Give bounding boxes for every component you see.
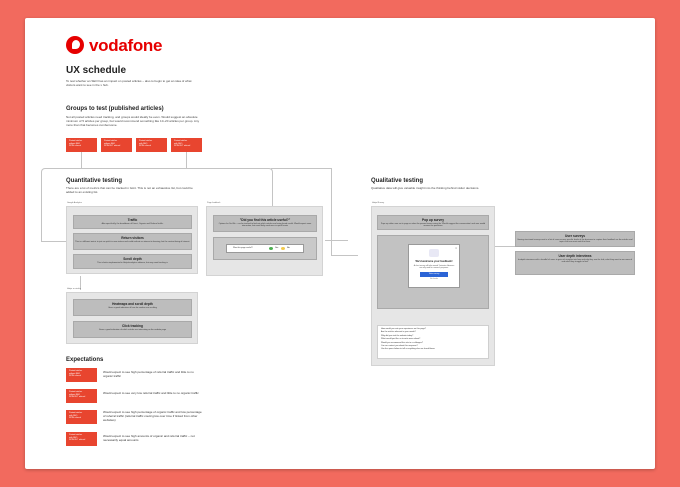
quantitative-heading: Quantitative testing (66, 178, 123, 184)
user-surveys-card: User surveys Having structured surveys se… (515, 231, 635, 247)
take-survey-button[interactable]: Take survey (420, 272, 448, 277)
page-title: UX schedule (66, 65, 127, 76)
hotjar-survey-frame: Hotjar/Survey Pop up survey Pops up eithe… (371, 202, 495, 366)
metric-card: Scroll depth This is better implemented i… (73, 254, 192, 269)
modal-body: A short survey will take around 3 minute… (413, 265, 455, 269)
expectations-heading: Expectations (66, 357, 104, 363)
expectation-card-3: Posted articles with SEO WITH referral (66, 410, 97, 424)
yes-option[interactable]: Yes (275, 247, 278, 249)
thumbs-up-icon[interactable] (269, 247, 273, 250)
hotjar-card: Click tracking Gives a good indication of… (73, 321, 192, 338)
user-interviews-card: User depth interviews In-depth interviews… (515, 251, 635, 275)
groups-heading: Groups to test (published articles) (66, 106, 164, 112)
no-option[interactable]: No (287, 247, 290, 249)
feedback-card: "Did you find this article useful?" Optio… (213, 215, 317, 232)
connector-line (340, 255, 358, 256)
connector-line (81, 152, 82, 168)
popup-preview: × We'd welcome your feedback! A short su… (377, 235, 489, 309)
qualitative-body: Qualitative data will give valuable insi… (371, 186, 480, 190)
thumbs-down-icon[interactable] (281, 247, 285, 250)
survey-modal: × We'd welcome your feedback! A short su… (408, 244, 460, 288)
connector-line (186, 152, 187, 168)
groups-body: Not all posted articles need tracking, a… (66, 115, 200, 127)
dismiss-link[interactable]: No thanks (409, 278, 459, 280)
feedback-widget: Was this page useful? Yes No (226, 244, 304, 253)
google-analytics-frame: Google Analytics Traffic Also specificall… (66, 202, 198, 274)
expectation-text-1: Would expect to see high percentage of r… (103, 370, 194, 379)
connector-line (495, 246, 515, 247)
widget-question: Was this page useful? (233, 247, 253, 249)
connector-line (331, 168, 332, 255)
connector-line (325, 240, 348, 241)
hotjar-frame: Hotjar or similar Heatmaps and scroll de… (66, 288, 198, 344)
survey-questions-list: How would you rate your experience on th… (377, 325, 489, 359)
expectation-card-4: Posted articles with SEO WITHOUT referral (66, 432, 97, 446)
page-intro: To test whether an SEO has an impact on … (66, 79, 192, 87)
expectation-card-1: Posted articles without SEO WITH referral (66, 368, 97, 382)
close-icon[interactable]: × (455, 246, 457, 250)
vodafone-speechmark-icon (66, 36, 84, 54)
frame-label: Page feedback (207, 202, 221, 204)
connector-line (41, 208, 42, 241)
frame-label: Hotjar or similar (67, 288, 82, 290)
feedback-widget-preview: Was this page useful? Yes No (213, 237, 317, 260)
survey-illustration-icon (429, 249, 439, 257)
brand-logo-text: vodafone (89, 36, 163, 55)
metric-card: Traffic Also specifically, the breakdown … (73, 215, 192, 229)
question-item: Use the space below to tell us anything … (381, 348, 435, 351)
expectation-text-2: Would expect to see very low referral tr… (103, 391, 199, 395)
expectation-text-3: Would expect to see high percentage of o… (103, 410, 202, 423)
frame-label: Google Analytics (67, 202, 82, 204)
expectation-card-2: Posted articles without SEO WITHOUT referr… (66, 389, 97, 403)
page-feedback-frame: Page feedback "Did you find this article… (206, 202, 323, 276)
group-card-3: Posted articles with SEO WITH referral (136, 138, 167, 152)
qualitative-heading: Qualitative testing (371, 178, 424, 184)
modal-heading: We'd welcome your feedback! (415, 260, 453, 263)
group-card-2: Posted articles without SEO WITHOUT referr… (101, 138, 132, 152)
metric-card: Return visitors This is a different metri… (73, 233, 192, 250)
popup-survey-card: Pop up survey Pops up either user on its … (377, 215, 489, 230)
connector-line (271, 168, 331, 169)
frame-label: Hotjar/Survey (372, 202, 385, 204)
expectation-text-4: Would expect to see high amounts of orga… (103, 434, 195, 443)
group-card-4: Posted articles with SEO WITHOUT referral (171, 138, 202, 152)
hotjar-card: Heatmaps and scroll depth Gives a good in… (73, 299, 192, 316)
whiteboard-canvas: vodafone UX schedule To test whether an … (25, 18, 655, 469)
quantitative-body: There are a lot of metrics that can be t… (66, 186, 193, 194)
group-card-1: Posted articles without SEO WITH referral (66, 138, 97, 152)
